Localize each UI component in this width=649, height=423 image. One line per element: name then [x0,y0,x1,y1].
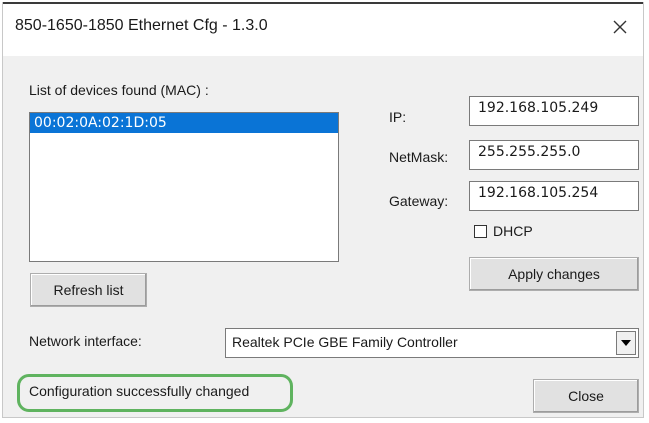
close-window-button[interactable] [605,12,635,42]
config-window: 850-1650-1850 Ethernet Cfg - 1.3.0 List … [2,2,644,418]
ip-field[interactable]: 192.168.105.249 [469,96,639,126]
status-text: Configuration successfully changed [29,383,250,399]
apply-changes-button[interactable]: Apply changes [469,257,639,291]
window-title: 850-1650-1850 Ethernet Cfg - 1.3.0 [15,17,268,34]
dhcp-checkbox[interactable] [474,225,487,238]
close-button[interactable]: Close [533,379,639,413]
gateway-field[interactable]: 192.168.105.254 [469,181,639,211]
dhcp-label: DHCP [493,223,533,239]
gateway-label: Gateway: [389,193,449,209]
network-interface-label: Network interface: [29,333,142,349]
dropdown-arrow[interactable] [616,331,636,355]
refresh-list-button[interactable]: Refresh list [30,273,147,307]
network-interface-select[interactable]: Realtek PCIe GBE Family Controller [225,328,639,358]
title-bar: 850-1650-1850 Ethernet Cfg - 1.3.0 [3,2,643,56]
devices-listbox[interactable]: 00:02:0A:02:1D:05 [29,112,339,262]
list-item[interactable]: 00:02:0A:02:1D:05 [30,113,338,133]
network-interface-value: Realtek PCIe GBE Family Controller [232,334,458,350]
devices-list-label: List of devices found (MAC) : [29,82,209,98]
chevron-down-icon [621,340,631,346]
netmask-label: NetMask: [389,149,449,165]
ip-label: IP: [389,109,407,125]
netmask-field[interactable]: 255.255.255.0 [469,140,639,170]
close-icon [613,20,627,34]
